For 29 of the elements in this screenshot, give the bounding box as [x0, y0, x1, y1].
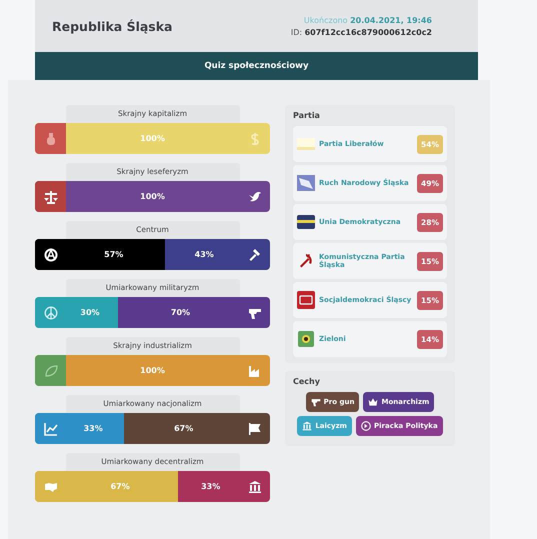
flag-icon: [297, 135, 315, 153]
scales-icon: [44, 190, 58, 204]
quiz-banner: Quiz społecznościowy: [35, 52, 478, 80]
hammer-icon: [248, 248, 262, 262]
pistol-icon: [310, 397, 321, 407]
anarchy-icon: [44, 248, 58, 262]
completed-date: Ukończono 20.04.2021, 19:46: [304, 16, 432, 24]
dove-icon: [248, 190, 262, 204]
result-id: ID: 607f12cc16c879000612c0c2: [290, 28, 432, 36]
chart-icon: [44, 422, 58, 436]
crown-icon: [368, 397, 378, 407]
bar-segment: 67%: [124, 413, 270, 444]
bank-icon: [302, 421, 312, 431]
circle-icon: [360, 421, 371, 431]
flag-icon: [297, 174, 315, 192]
section-title: Cechy: [293, 377, 320, 386]
bar-segment: 70%: [118, 297, 270, 328]
peace-icon: [44, 306, 58, 320]
page-title: Republika Śląska: [52, 18, 172, 34]
logo-icon: [297, 291, 315, 309]
flag-icon: [248, 422, 262, 436]
flag-icon: [297, 330, 315, 348]
section-title: Partia: [293, 111, 320, 120]
leaf-icon: [44, 364, 58, 378]
factory-icon: [248, 364, 262, 378]
bar-segment: 43%: [165, 239, 270, 270]
bank-icon: [248, 480, 262, 494]
bar-segment: 33%: [178, 471, 270, 502]
flag-icon: [297, 213, 315, 231]
